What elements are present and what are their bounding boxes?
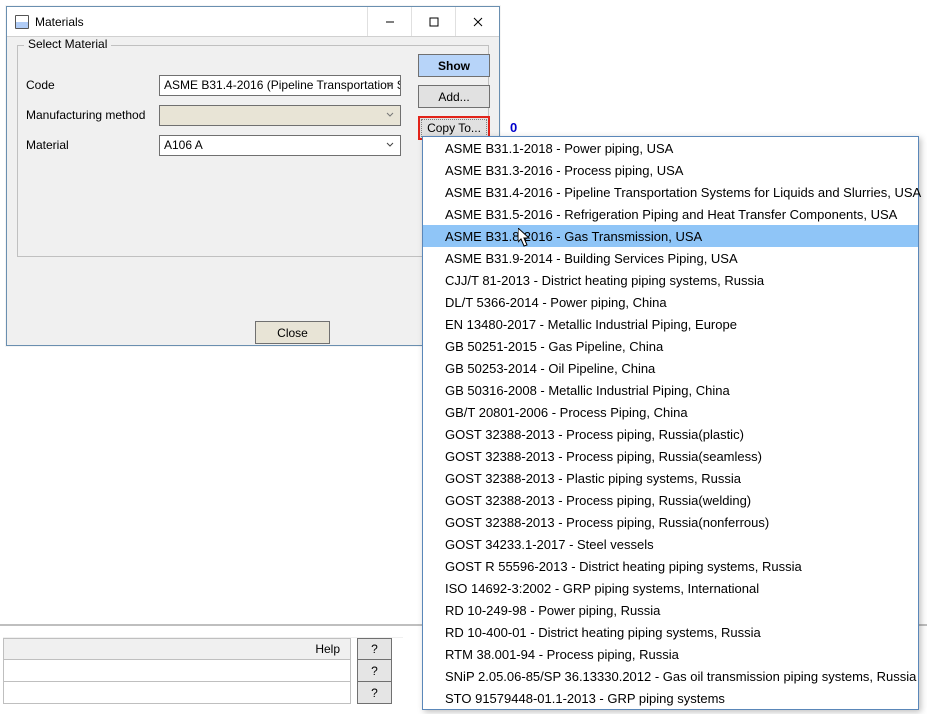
material-select[interactable]: A106 A [159,135,401,156]
dropdown-item[interactable]: DL/T 5366-2014 - Power piping, China [423,291,918,313]
manufacturing-method-select[interactable] [159,105,401,126]
manufacturing-method-row: Manufacturing method [26,104,480,126]
code-label: Code [26,78,159,92]
material-label: Material [26,138,159,152]
badge-zero: 0 [510,120,517,135]
copy-to-destination-dropdown[interactable]: ASME B31.1-2018 - Power piping, USAASME … [422,136,919,710]
question-icon: ? [371,664,378,678]
dropdown-item[interactable]: ASME B31.5-2016 - Refrigeration Piping a… [423,203,918,225]
dropdown-item[interactable]: GB 50253-2014 - Oil Pipeline, China [423,357,918,379]
dropdown-item[interactable]: GB/T 20801-2006 - Process Piping, China [423,401,918,423]
app-icon [15,15,29,29]
dropdown-item[interactable]: GOST 34233.1-2017 - Steel vessels [423,533,918,555]
question-icon: ? [371,642,378,656]
code-select-value: ASME B31.4-2016 (Pipeline Transportation… [164,78,401,92]
manufacturing-method-label: Manufacturing method [26,108,159,122]
add-button[interactable]: Add... [418,85,490,108]
chevron-down-icon [382,106,398,125]
close-icon [473,17,483,27]
window-title: Materials [35,15,367,29]
dropdown-item[interactable]: ASME B31.3-2016 - Process piping, USA [423,159,918,181]
help-row-1 [3,660,351,682]
dropdown-item[interactable]: SNiP 2.05.06-85/SP 36.13330.2012 - Gas o… [423,665,918,687]
dropdown-item[interactable]: ASME B31.1-2018 - Power piping, USA [423,137,918,159]
dropdown-item[interactable]: ASME B31.4-2016 - Pipeline Transportatio… [423,181,918,203]
dropdown-item[interactable]: EN 13480-2017 - Metallic Industrial Pipi… [423,313,918,335]
dropdown-item[interactable]: RD 10-249-98 - Power piping, Russia [423,599,918,621]
minimize-icon [385,17,395,27]
help-button-2[interactable]: ? [357,660,392,682]
dropdown-item[interactable]: RTM 38.001-94 - Process piping, Russia [423,643,918,665]
chevron-down-icon [382,76,398,95]
dropdown-item[interactable]: RD 10-400-01 - District heating piping s… [423,621,918,643]
maximize-button[interactable] [411,7,455,36]
help-button-3[interactable]: ? [357,682,392,704]
dropdown-item[interactable]: ASME B31.9-2014 - Building Services Pipi… [423,247,918,269]
question-icon: ? [371,686,378,700]
dropdown-item[interactable]: ASME B31.8-2016 - Gas Transmission, USA [423,225,918,247]
dropdown-item[interactable]: GOST 32388-2013 - Plastic piping systems… [423,467,918,489]
copy-to-button-label: Copy To... [427,121,481,135]
dropdown-item[interactable]: GB 50316-2008 - Metallic Industrial Pipi… [423,379,918,401]
code-row: Code ASME B31.4-2016 (Pipeline Transport… [26,74,480,96]
dropdown-item[interactable]: GOST 32388-2013 - Process piping, Russia… [423,489,918,511]
show-button-label: Show [438,59,470,73]
material-row: Material A106 A [26,134,480,156]
help-header-cell: Help [3,638,351,660]
side-buttons: Show Add... Copy To... [418,54,490,148]
dropdown-item[interactable]: GOST 32388-2013 - Process piping, Russia… [423,445,918,467]
group-label: Select Material [24,37,111,51]
dropdown-item[interactable]: GOST 32388-2013 - Process piping, Russia… [423,423,918,445]
dropdown-item[interactable]: ISO 14692-3:2002 - GRP piping systems, I… [423,577,918,599]
help-row-2 [3,682,351,704]
maximize-icon [429,17,439,27]
material-select-value: A106 A [164,138,203,152]
status-help-panel: Help ? ? ? [3,637,403,704]
dropdown-item[interactable]: GOST R 55596-2013 - District heating pip… [423,555,918,577]
dropdown-item[interactable]: CJJ/T 81-2013 - District heating piping … [423,269,918,291]
chevron-down-icon [382,136,398,155]
minimize-button[interactable] [367,7,411,36]
dropdown-item[interactable]: GB 50251-2015 - Gas Pipeline, China [423,335,918,357]
add-button-label: Add... [438,90,469,104]
close-button-label: Close [277,326,308,340]
dropdown-item[interactable]: GOST 32388-2013 - Process piping, Russia… [423,511,918,533]
help-button-1[interactable]: ? [357,638,392,660]
dropdown-item[interactable]: STO 91579448-01.1-2013 - GRP piping syst… [423,687,918,709]
titlebar: Materials [7,7,499,37]
help-label: Help [315,642,340,656]
close-button[interactable]: Close [255,321,330,344]
close-window-button[interactable] [455,7,499,36]
show-button[interactable]: Show [418,54,490,77]
code-select[interactable]: ASME B31.4-2016 (Pipeline Transportation… [159,75,401,96]
